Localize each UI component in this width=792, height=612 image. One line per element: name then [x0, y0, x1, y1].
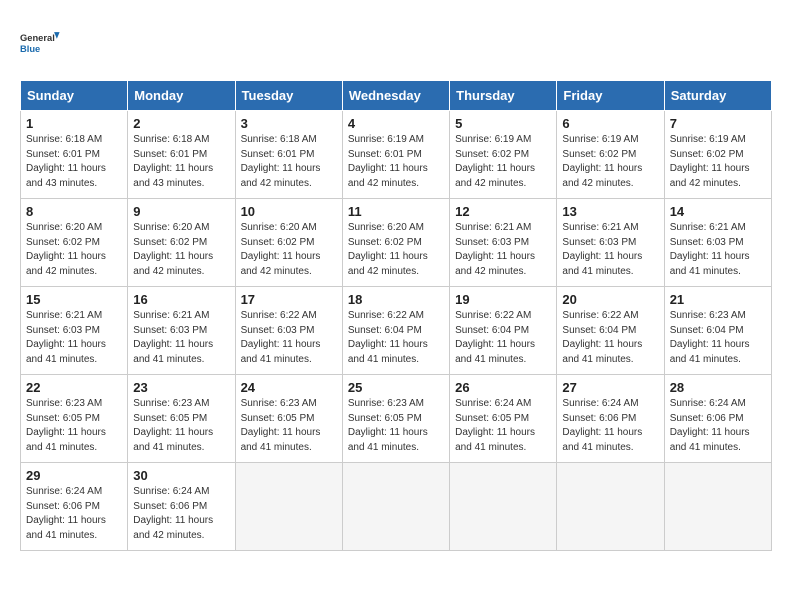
calendar-day-21: 21Sunrise: 6:23 AMSunset: 6:04 PMDayligh…	[664, 287, 771, 375]
calendar-day-29: 29Sunrise: 6:24 AMSunset: 6:06 PMDayligh…	[21, 463, 128, 551]
calendar-header-monday: Monday	[128, 81, 235, 111]
calendar-day-empty	[557, 463, 664, 551]
calendar-day-27: 27Sunrise: 6:24 AMSunset: 6:06 PMDayligh…	[557, 375, 664, 463]
calendar-header-saturday: Saturday	[664, 81, 771, 111]
logo: General Blue	[20, 20, 64, 64]
calendar-day-13: 13Sunrise: 6:21 AMSunset: 6:03 PMDayligh…	[557, 199, 664, 287]
calendar-day-24: 24Sunrise: 6:23 AMSunset: 6:05 PMDayligh…	[235, 375, 342, 463]
calendar-week-3: 15Sunrise: 6:21 AMSunset: 6:03 PMDayligh…	[21, 287, 772, 375]
calendar-day-empty	[342, 463, 449, 551]
svg-text:General: General	[20, 33, 55, 43]
calendar-day-12: 12Sunrise: 6:21 AMSunset: 6:03 PMDayligh…	[450, 199, 557, 287]
calendar-day-1: 1Sunrise: 6:18 AMSunset: 6:01 PMDaylight…	[21, 111, 128, 199]
header: General Blue	[20, 20, 772, 64]
calendar-header-wednesday: Wednesday	[342, 81, 449, 111]
calendar-day-17: 17Sunrise: 6:22 AMSunset: 6:03 PMDayligh…	[235, 287, 342, 375]
calendar-day-empty	[664, 463, 771, 551]
logo-svg: General Blue	[20, 20, 64, 64]
calendar-day-4: 4Sunrise: 6:19 AMSunset: 6:01 PMDaylight…	[342, 111, 449, 199]
calendar-day-22: 22Sunrise: 6:23 AMSunset: 6:05 PMDayligh…	[21, 375, 128, 463]
calendar-header-sunday: Sunday	[21, 81, 128, 111]
calendar-day-8: 8Sunrise: 6:20 AMSunset: 6:02 PMDaylight…	[21, 199, 128, 287]
calendar-day-18: 18Sunrise: 6:22 AMSunset: 6:04 PMDayligh…	[342, 287, 449, 375]
calendar-day-28: 28Sunrise: 6:24 AMSunset: 6:06 PMDayligh…	[664, 375, 771, 463]
calendar-day-empty	[235, 463, 342, 551]
calendar-day-15: 15Sunrise: 6:21 AMSunset: 6:03 PMDayligh…	[21, 287, 128, 375]
calendar-header-thursday: Thursday	[450, 81, 557, 111]
calendar-day-7: 7Sunrise: 6:19 AMSunset: 6:02 PMDaylight…	[664, 111, 771, 199]
calendar-day-5: 5Sunrise: 6:19 AMSunset: 6:02 PMDaylight…	[450, 111, 557, 199]
calendar-week-4: 22Sunrise: 6:23 AMSunset: 6:05 PMDayligh…	[21, 375, 772, 463]
calendar-day-10: 10Sunrise: 6:20 AMSunset: 6:02 PMDayligh…	[235, 199, 342, 287]
calendar-day-26: 26Sunrise: 6:24 AMSunset: 6:05 PMDayligh…	[450, 375, 557, 463]
calendar-day-23: 23Sunrise: 6:23 AMSunset: 6:05 PMDayligh…	[128, 375, 235, 463]
calendar-day-14: 14Sunrise: 6:21 AMSunset: 6:03 PMDayligh…	[664, 199, 771, 287]
calendar-day-19: 19Sunrise: 6:22 AMSunset: 6:04 PMDayligh…	[450, 287, 557, 375]
calendar-day-30: 30Sunrise: 6:24 AMSunset: 6:06 PMDayligh…	[128, 463, 235, 551]
calendar-header-tuesday: Tuesday	[235, 81, 342, 111]
calendar-day-2: 2Sunrise: 6:18 AMSunset: 6:01 PMDaylight…	[128, 111, 235, 199]
calendar-day-20: 20Sunrise: 6:22 AMSunset: 6:04 PMDayligh…	[557, 287, 664, 375]
svg-text:Blue: Blue	[20, 44, 40, 54]
calendar-day-25: 25Sunrise: 6:23 AMSunset: 6:05 PMDayligh…	[342, 375, 449, 463]
calendar-header-row: SundayMondayTuesdayWednesdayThursdayFrid…	[21, 81, 772, 111]
calendar-day-3: 3Sunrise: 6:18 AMSunset: 6:01 PMDaylight…	[235, 111, 342, 199]
calendar-day-11: 11Sunrise: 6:20 AMSunset: 6:02 PMDayligh…	[342, 199, 449, 287]
calendar-week-2: 8Sunrise: 6:20 AMSunset: 6:02 PMDaylight…	[21, 199, 772, 287]
calendar-table: SundayMondayTuesdayWednesdayThursdayFrid…	[20, 80, 772, 551]
calendar-week-5: 29Sunrise: 6:24 AMSunset: 6:06 PMDayligh…	[21, 463, 772, 551]
calendar-week-1: 1Sunrise: 6:18 AMSunset: 6:01 PMDaylight…	[21, 111, 772, 199]
calendar-day-9: 9Sunrise: 6:20 AMSunset: 6:02 PMDaylight…	[128, 199, 235, 287]
calendar-day-empty	[450, 463, 557, 551]
calendar-day-6: 6Sunrise: 6:19 AMSunset: 6:02 PMDaylight…	[557, 111, 664, 199]
calendar-day-16: 16Sunrise: 6:21 AMSunset: 6:03 PMDayligh…	[128, 287, 235, 375]
calendar-header-friday: Friday	[557, 81, 664, 111]
